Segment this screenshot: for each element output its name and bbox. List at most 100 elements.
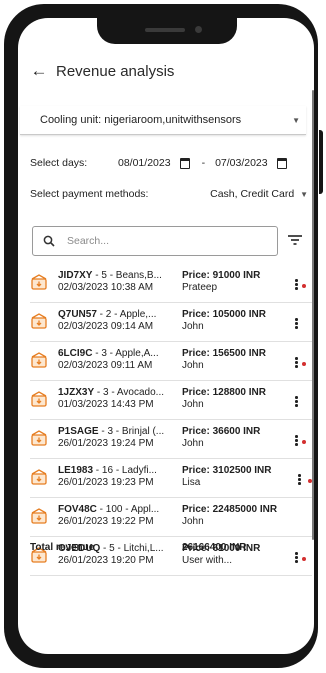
phone-notch [97,18,237,44]
item-code: P1SAGE [58,426,99,437]
search-icon [43,235,55,247]
select-days-label: Select days: [30,157,88,169]
list-item[interactable]: 1JZX3Y - 3 - Avocado... 01/03/2023 14:43 … [30,381,312,420]
more-vert-icon[interactable] [298,474,301,486]
payment-methods-label: Select payment methods: [30,188,149,200]
item-date: 02/03/2023 09:14 AM [58,321,154,332]
crate-download-icon [31,352,47,368]
crate-download-icon [31,391,47,407]
more-vert-icon[interactable] [295,552,298,564]
item-description: - 3 - Avocado... [94,387,164,398]
item-description: - 5 - Beans,B... [92,270,162,281]
item-title: JID7XY - 5 - Beans,B... [58,270,180,282]
more-vert-icon[interactable] [295,396,298,408]
item-price: Price: 156500 INR [182,348,266,359]
item-price: Price: 105000 INR [182,309,266,320]
item-user: Lisa [182,477,201,488]
item-title: LE1983 - 16 - Ladyfi... [58,465,180,477]
camera-icon [195,26,202,33]
item-user: John [182,438,204,449]
item-user: John [182,321,204,332]
item-date: 26/01/2023 19:24 PM [58,438,154,449]
select-days-row: Select days: 08/01/2023 - 07/03/2023 [30,154,310,172]
more-vert-icon[interactable] [295,318,298,330]
item-description: - 3 - Apple,A... [92,348,159,359]
item-price: Price: 128800 INR [182,387,266,398]
item-description: - 2 - Apple,... [96,309,157,320]
item-price: Price: 22485000 INR [182,504,278,515]
end-date-value: 07/03/2023 [215,157,268,169]
status-dot [302,362,306,366]
more-vert-icon[interactable] [295,357,298,369]
crate-download-icon [31,430,47,446]
item-price: Price: 91000 INR [182,270,261,281]
speaker-grille [145,28,185,32]
item-price: Price: 36600 INR [182,426,261,437]
arrow-left-icon[interactable]: ← [24,61,54,81]
list-item[interactable]: JID7XY - 5 - Beans,B... 02/03/2023 10:38 … [30,264,312,303]
revenue-list: JID7XY - 5 - Beans,B... 02/03/2023 10:38 … [30,264,312,576]
item-code: 1JZX3Y [58,387,95,398]
end-date-field[interactable]: 07/03/2023 [215,157,287,169]
item-code: 6LCI9C [58,348,93,359]
item-description: - 3 - Brinjal (... [98,426,165,437]
item-price: Price: 3102500 INR [182,465,272,476]
payment-methods-value: Cash, Credit Card [210,188,295,200]
crate-download-icon [31,508,47,524]
more-vert-icon[interactable] [295,435,298,447]
status-dot [302,557,306,561]
date-separator: - [201,157,206,169]
item-date: 26/01/2023 19:23 PM [58,477,154,488]
payment-methods-row: Select payment methods: Cash, Credit Car… [30,186,308,202]
item-user: John [182,399,204,410]
item-user: John [182,360,204,371]
item-date: 26/01/2023 19:22 PM [58,516,154,527]
more-vert-icon[interactable] [295,279,298,291]
item-user: User with... [182,555,233,566]
item-code: JID7XY [58,270,93,281]
item-title: Q7UN57 - 2 - Apple,... [58,309,180,321]
phone-side-button [319,130,323,194]
page-title: Revenue analysis [56,62,175,80]
list-item[interactable]: FOV48C - 100 - Appl... 26/01/2023 19:22 P… [30,498,312,537]
item-date: 02/03/2023 10:38 AM [58,282,154,293]
list-item[interactable]: P1SAGE - 3 - Brinjal (... 26/01/2023 19:2… [30,420,312,459]
start-date-field[interactable]: 08/01/2023 [118,157,190,169]
caret-down-icon: ▼ [300,190,308,199]
list-item[interactable]: 6LCI9C - 3 - Apple,A... 02/03/2023 09:11 … [30,342,312,381]
cooling-unit-text: Cooling unit: nigeriaroom,unitwithsensor… [40,114,242,126]
item-description: - 100 - Appl... [96,504,160,515]
caret-down-icon: ▼ [292,115,300,125]
item-title: 6LCI9C - 3 - Apple,A... [58,348,180,360]
item-title: 1JZX3Y - 3 - Avocado... [58,387,180,399]
app-screen: ← Revenue analysis Cooling unit: nigeria… [18,18,314,654]
search-input[interactable]: Search... [32,226,278,256]
total-revenue-label: Total revenue [30,542,95,553]
item-date: 01/03/2023 14:43 PM [58,399,154,410]
calendar-icon[interactable] [276,157,287,169]
search-placeholder: Search... [67,235,110,247]
item-description: - 16 - Ladyfi... [93,465,157,476]
start-date-value: 08/01/2023 [118,157,171,169]
list-item[interactable]: LE1983 - 16 - Ladyfi... 26/01/2023 19:23 … [30,459,312,498]
app-header: ← Revenue analysis [18,56,314,86]
cooling-unit-select[interactable]: Cooling unit: nigeriaroom,unitwithsensor… [20,106,306,135]
crate-download-icon [31,313,47,329]
filter-icon[interactable] [287,233,303,247]
total-revenue-value: 26166400 INR [182,542,247,553]
total-revenue-row: Total revenue 26166400 INR [30,542,290,556]
crate-download-icon [31,469,47,485]
calendar-icon[interactable] [179,157,190,169]
status-dot [302,440,306,444]
item-title: P1SAGE - 3 - Brinjal (... [58,426,180,438]
item-date: 02/03/2023 09:11 AM [58,360,153,371]
list-item[interactable]: Q7UN57 - 2 - Apple,... 02/03/2023 09:14 A… [30,303,312,342]
payment-methods-select[interactable]: Cash, Credit Card ▼ [210,188,308,200]
item-code: FOV48C [58,504,97,515]
item-code: LE1983 [58,465,94,476]
status-dot [302,284,306,288]
item-date: 26/01/2023 19:20 PM [58,555,154,566]
item-user: Prateep [182,282,218,293]
scrollbar[interactable] [312,90,314,540]
item-title: FOV48C - 100 - Appl... [58,504,180,516]
